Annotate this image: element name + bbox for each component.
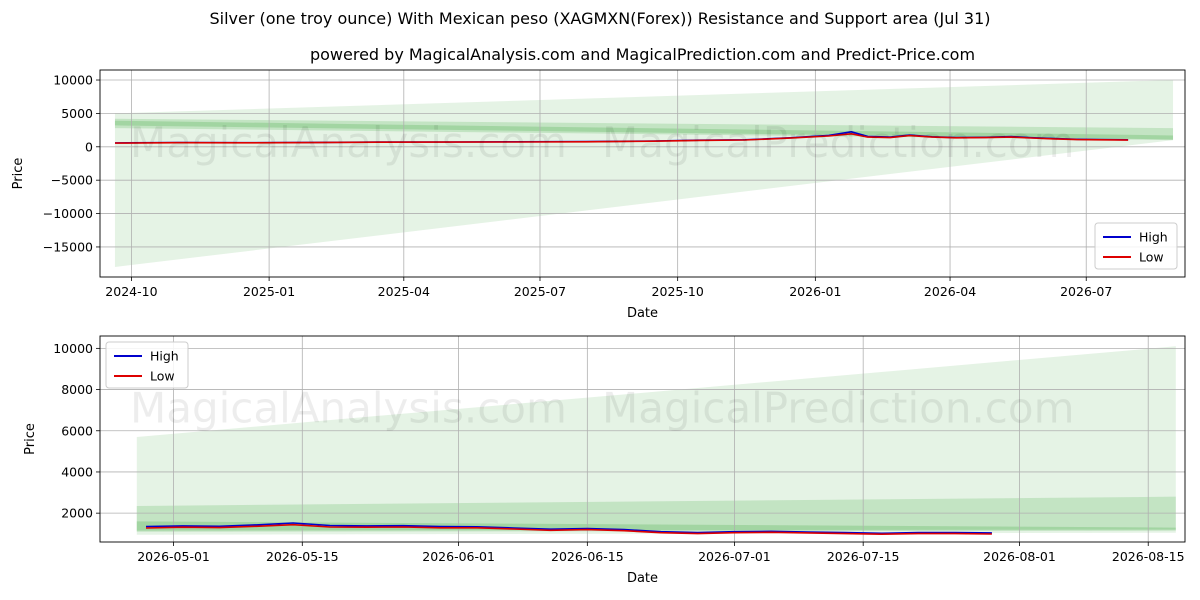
y-tick-label: 10000 xyxy=(53,341,93,356)
x-tick-label: 2026-05-01 xyxy=(137,549,210,564)
y-tick-label: 8000 xyxy=(61,382,93,397)
legend-label-low: Low xyxy=(150,369,175,384)
y-tick-label: 10000 xyxy=(53,73,93,88)
support-resistance-band xyxy=(114,80,1174,267)
chart-panel-top: MagicalAnalysis.com MagicalPrediction.com… xyxy=(11,69,1186,321)
legend: High Low xyxy=(1094,222,1178,270)
x-tick-label: 2025-01 xyxy=(243,284,295,299)
x-axis-label: Date xyxy=(627,571,658,586)
x-tick-label: 2025-04 xyxy=(378,284,430,299)
chart-canvas: MagicalAnalysis.com MagicalPrediction.com… xyxy=(11,69,1186,586)
x-tick-label: 2026-08-15 xyxy=(1112,549,1185,564)
y-axis-label: Price xyxy=(23,423,38,455)
legend-label-low: Low xyxy=(1139,250,1164,265)
y-tick-label: −15000 xyxy=(43,239,93,254)
watermark-text: MagicalAnalysis.com xyxy=(130,384,567,433)
y-tick-label: 6000 xyxy=(61,423,93,438)
y-tick-label: 4000 xyxy=(61,464,93,479)
chart-panel-bottom: MagicalAnalysis.com MagicalPrediction.com… xyxy=(23,335,1186,586)
x-axis-label: Date xyxy=(627,306,658,321)
x-tick-label: 2026-01 xyxy=(789,284,841,299)
watermark-text: MagicalPrediction.com xyxy=(602,118,1075,167)
x-tick-label: 2026-06-15 xyxy=(551,549,624,564)
y-tick-label: −10000 xyxy=(43,206,93,221)
plot-area xyxy=(100,70,1185,277)
x-tick-label: 2025-07 xyxy=(514,284,566,299)
x-tick-label: 2026-07 xyxy=(1060,284,1112,299)
x-tick-label: 2026-07-01 xyxy=(698,549,771,564)
x-tick-label: 2025-10 xyxy=(652,284,704,299)
watermark-text: MagicalPrediction.com xyxy=(602,384,1075,433)
y-tick-label: 5000 xyxy=(61,106,93,121)
x-tick-label: 2026-07-15 xyxy=(827,549,900,564)
plot-area xyxy=(100,336,1185,542)
y-tick-label: −5000 xyxy=(51,173,93,188)
legend-label-high: High xyxy=(1139,230,1168,245)
x-tick-label: 2026-08-01 xyxy=(983,549,1056,564)
y-tick-label: 2000 xyxy=(61,506,93,521)
legend: High Low xyxy=(105,341,189,389)
x-tick-label: 2026-04 xyxy=(924,284,976,299)
x-tick-label: 2026-06-01 xyxy=(422,549,495,564)
legend-label-high: High xyxy=(150,349,179,364)
x-tick-label: 2026-05-15 xyxy=(266,549,339,564)
x-tick-label: 2024-10 xyxy=(105,284,157,299)
y-tick-label: 0 xyxy=(85,139,93,154)
y-axis-label: Price xyxy=(11,158,26,190)
watermark-text: MagicalAnalysis.com xyxy=(130,118,567,167)
